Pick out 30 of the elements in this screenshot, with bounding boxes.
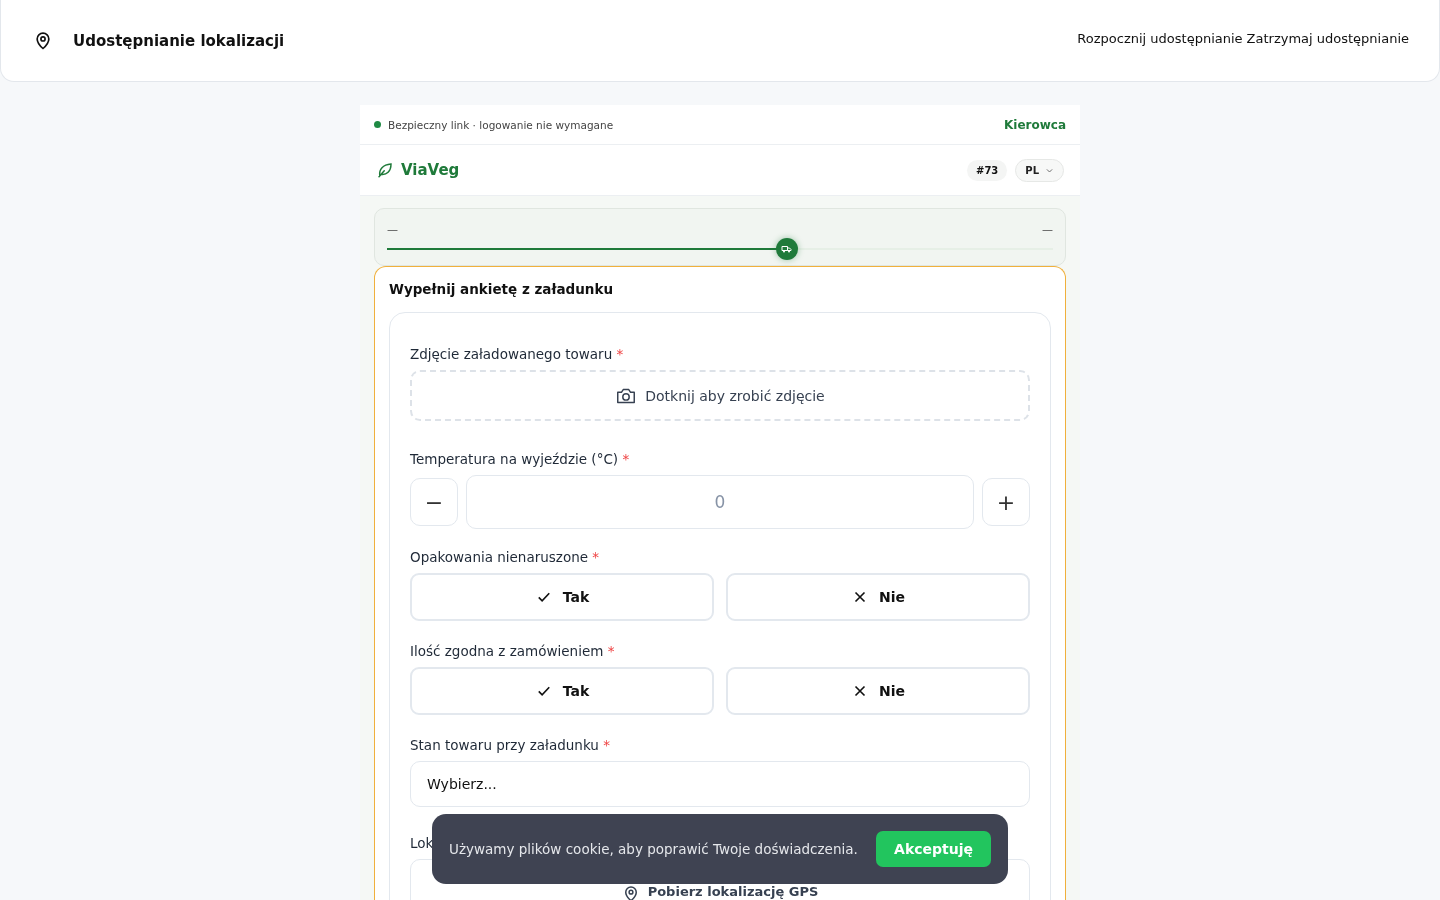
truck-icon [780,243,793,255]
field-label: Lok [410,835,434,851]
language-select[interactable]: PL [1015,158,1064,182]
minus-button[interactable]: − [410,478,458,526]
header-button[interactable]: Zatrzymaj udostępnianie [1246,31,1409,46]
status-dot-icon [374,121,381,128]
cookie-message: Używamy plików cookie, aby poprawić Twoje doświadczenia. [449,841,858,857]
end-label: — [1042,223,1053,236]
choice-button[interactable]: Nie [726,573,1030,621]
field-label: Temperatura na wyjeździe (°C) * [410,451,630,467]
page-title: Udostępnianie lokalizacji [73,31,285,50]
location-pin-icon [33,30,53,51]
brand-name: ViaVeg [401,161,460,179]
choice-button[interactable]: Tak [410,667,714,715]
field-label: Stan towaru przy załadunku * [410,737,610,753]
plus-button[interactable]: + [982,478,1030,526]
header-button[interactable]: Rozpocznij udostępnianie [1077,31,1243,46]
notice-text: Bezpieczny link · logowanie nie wymagane [388,118,614,131]
choice-button[interactable]: Tak [410,573,714,621]
leaf-icon [376,161,394,179]
field-label: Ilość zgodna z zamówieniem * [410,643,615,659]
field-label: Opakowania nienaruszone * [410,549,600,565]
survey-title: Wypełnij ankietę z załadunku [389,281,614,297]
start-label: — [387,223,398,236]
field-label: Zdjęcie załadowanego towaru * [410,346,624,362]
select-field[interactable]: Wybierz... [410,761,1030,807]
role-label: Kierowca [1004,117,1066,132]
choice-button[interactable]: Nie [726,667,1030,715]
photo-button[interactable]: Dotknij aby zrobić zdjęcie [410,370,1030,421]
order-number: #73 [967,159,1008,181]
